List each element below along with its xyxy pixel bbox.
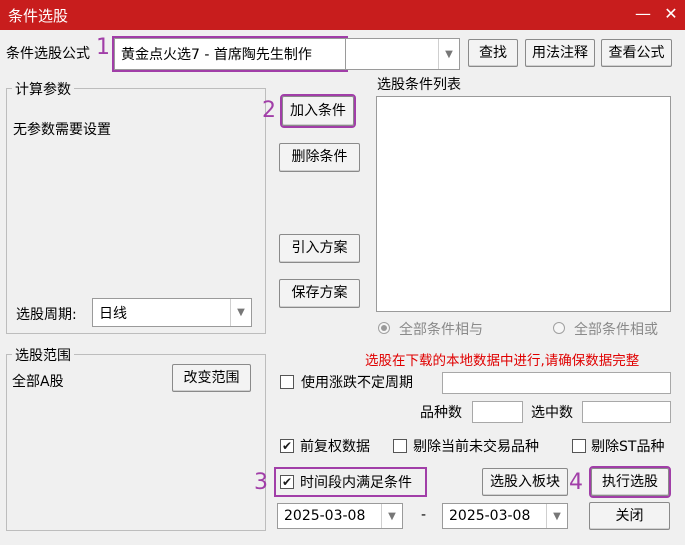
variety-count-field [472,401,523,423]
exclude-untraded-checkbox[interactable] [393,439,407,453]
selected-count-field [582,401,671,423]
step-marker-2: 2 [262,98,276,123]
formula-label: 条件选股公式 [6,46,90,62]
adjusted-label: 前复权数据 [300,439,370,455]
range-legend: 选股范围 [12,345,74,365]
date-separator: - [421,507,427,523]
condition-list-label: 选股条件列表 [377,77,461,93]
step-marker-3: 3 [254,470,268,495]
end-date-value: 2025-03-08 [449,508,531,524]
formula-select[interactable]: 黄金点火选7 - 首席陶先生制作 [112,36,348,72]
chevron-down-icon[interactable]: ▼ [438,39,459,69]
add-condition-button[interactable]: 加入条件 [280,94,356,128]
end-date-picker[interactable]: 2025-03-08 ▼ [442,503,568,529]
variable-period-label: 使用涨跌不定周期 [301,375,413,391]
start-date-value: 2025-03-08 [284,508,366,524]
change-range-button[interactable]: 改变范围 [172,364,251,392]
time-range-checkbox[interactable]: ✔ [280,475,294,489]
period-select-value: 日线 [99,305,127,322]
time-range-label: 时间段内满足条件 [300,475,412,491]
delete-condition-button[interactable]: 删除条件 [279,143,360,172]
adjusted-checkbox[interactable]: ✔ [280,439,294,453]
find-button[interactable]: 查找 [468,39,518,67]
usage-button[interactable]: 用法注释 [525,39,595,67]
logic-and-label: 全部条件相与 [399,322,483,338]
step-marker-4: 4 [569,470,583,495]
variable-period-checkbox[interactable] [280,375,294,389]
formula-select-dropdown[interactable]: ▼ [346,38,460,70]
exclude-untraded-label: 剔除当前未交易品种 [413,439,539,455]
add-to-block-button[interactable]: 选股入板块 [482,468,568,496]
period-label: 选股周期: [16,307,77,323]
range-value: 全部A股 [12,374,64,390]
period-select[interactable]: 日线 ▼ [92,298,252,327]
import-scheme-button[interactable]: 引入方案 [279,234,360,263]
execute-button[interactable]: 执行选股 [589,466,671,498]
variable-period-input[interactable] [442,372,671,394]
params-legend: 计算参数 [12,79,74,99]
logic-and-radio[interactable] [378,322,390,334]
chevron-down-icon[interactable]: ▼ [381,504,402,528]
title-bar: 条件选股 — ✕ [0,0,685,30]
formula-select-value: 黄金点火选7 - 首席陶先生制作 [121,47,312,63]
time-range-option[interactable]: ✔ 时间段内满足条件 [274,467,427,497]
view-formula-button[interactable]: 查看公式 [601,39,672,67]
save-scheme-button[interactable]: 保存方案 [279,279,360,308]
condition-list[interactable] [376,96,671,312]
exclude-st-checkbox[interactable] [572,439,586,453]
close-icon[interactable]: ✕ [660,3,682,25]
window-title: 条件选股 [8,7,69,25]
variety-count-label: 品种数 [420,405,462,421]
selected-count-label: 选中数 [531,405,573,421]
minimize-button[interactable]: — [632,3,654,25]
chevron-down-icon[interactable]: ▼ [546,504,567,528]
start-date-picker[interactable]: 2025-03-08 ▼ [277,503,403,529]
logic-or-radio[interactable] [553,322,565,334]
chevron-down-icon[interactable]: ▼ [230,299,251,326]
exclude-st-label: 剔除ST品种 [591,439,665,455]
step-marker-1: 1 [96,35,110,60]
logic-or-label: 全部条件相或 [574,322,658,338]
data-notice: 选股在下载的本地数据中进行,请确保数据完整 [365,353,640,369]
no-params-text: 无参数需要设置 [13,122,111,138]
close-button[interactable]: 关闭 [589,502,670,530]
